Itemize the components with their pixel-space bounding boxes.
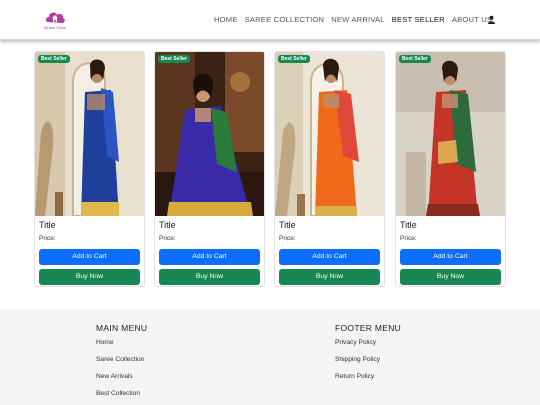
best-seller-badge: Best Seller [278, 55, 310, 63]
product-price: Price: [39, 235, 56, 242]
product-price: Price: [279, 235, 296, 242]
best-seller-badge: Best Seller [399, 55, 431, 63]
main-menu-column: MAIN MENU Home Saree Collection New Arri… [96, 323, 147, 405]
logo-text: Saree Shop [44, 26, 66, 30]
footer-menu-column: FOOTER MENU Privacy Policy Shipping Poli… [335, 323, 401, 389]
product-title: Title [39, 220, 56, 230]
user-icon[interactable] [487, 15, 496, 24]
product-card[interactable]: Best Seller Title Price: Add to Cart Buy… [34, 51, 145, 287]
nav-saree-collection[interactable]: SAREE COLLECTION [245, 15, 325, 24]
add-to-cart-button[interactable]: Add to Cart [279, 249, 380, 265]
footer-link-privacy-policy[interactable]: Privacy Policy [335, 338, 401, 355]
product-title: Title [159, 220, 176, 230]
footer-link-return-policy[interactable]: Return Policy [335, 372, 401, 389]
product-card[interactable]: Best Seller Title Price: Add to Cart Buy… [395, 51, 506, 287]
buy-now-button[interactable]: Buy Now [39, 269, 140, 285]
product-image[interactable] [155, 52, 264, 216]
footer-link-saree-collection[interactable]: Saree Collection [96, 355, 147, 372]
product-image[interactable] [275, 52, 384, 216]
product-price: Price: [400, 235, 417, 242]
main-menu-heading: MAIN MENU [96, 323, 148, 333]
product-title: Title [400, 220, 417, 230]
add-to-cart-button[interactable]: Add to Cart [400, 249, 501, 265]
buy-now-button[interactable]: Buy Now [400, 269, 501, 285]
product-image[interactable] [396, 52, 505, 216]
nav-new-arrival[interactable]: NEW ARRIVAL [331, 15, 385, 24]
product-card[interactable]: Best Seller Title Price: Add to Cart Buy… [154, 51, 265, 287]
nav-home[interactable]: HOME [214, 15, 238, 24]
nav-best-seller[interactable]: BEST SELLER [392, 15, 445, 24]
product-card[interactable]: Best Seller Title Price: Add to Cart Buy… [274, 51, 385, 287]
product-image[interactable] [35, 52, 144, 216]
site-footer: MAIN MENU Home Saree Collection New Arri… [0, 309, 540, 405]
footer-link-best-collection[interactable]: Best Collection [96, 389, 147, 405]
footer-link-new-arrivals[interactable]: New Arrivals [96, 372, 147, 389]
add-to-cart-button[interactable]: Add to Cart [39, 249, 140, 265]
footer-menu-heading: FOOTER MENU [335, 323, 402, 333]
best-seller-badge: Best Seller [158, 55, 190, 63]
buy-now-button[interactable]: Buy Now [159, 269, 260, 285]
product-price: Price: [159, 235, 176, 242]
product-title: Title [279, 220, 296, 230]
footer-link-shipping-policy[interactable]: Shipping Policy [335, 355, 401, 372]
footer-link-home[interactable]: Home [96, 338, 147, 355]
best-seller-badge: Best Seller [38, 55, 70, 63]
site-header: Saree Shop HOME SAREE COLLECTION NEW ARR… [0, 0, 540, 40]
main-nav: HOME SAREE COLLECTION NEW ARRIVAL BEST S… [214, 15, 499, 24]
add-to-cart-button[interactable]: Add to Cart [159, 249, 260, 265]
buy-now-button[interactable]: Buy Now [279, 269, 380, 285]
